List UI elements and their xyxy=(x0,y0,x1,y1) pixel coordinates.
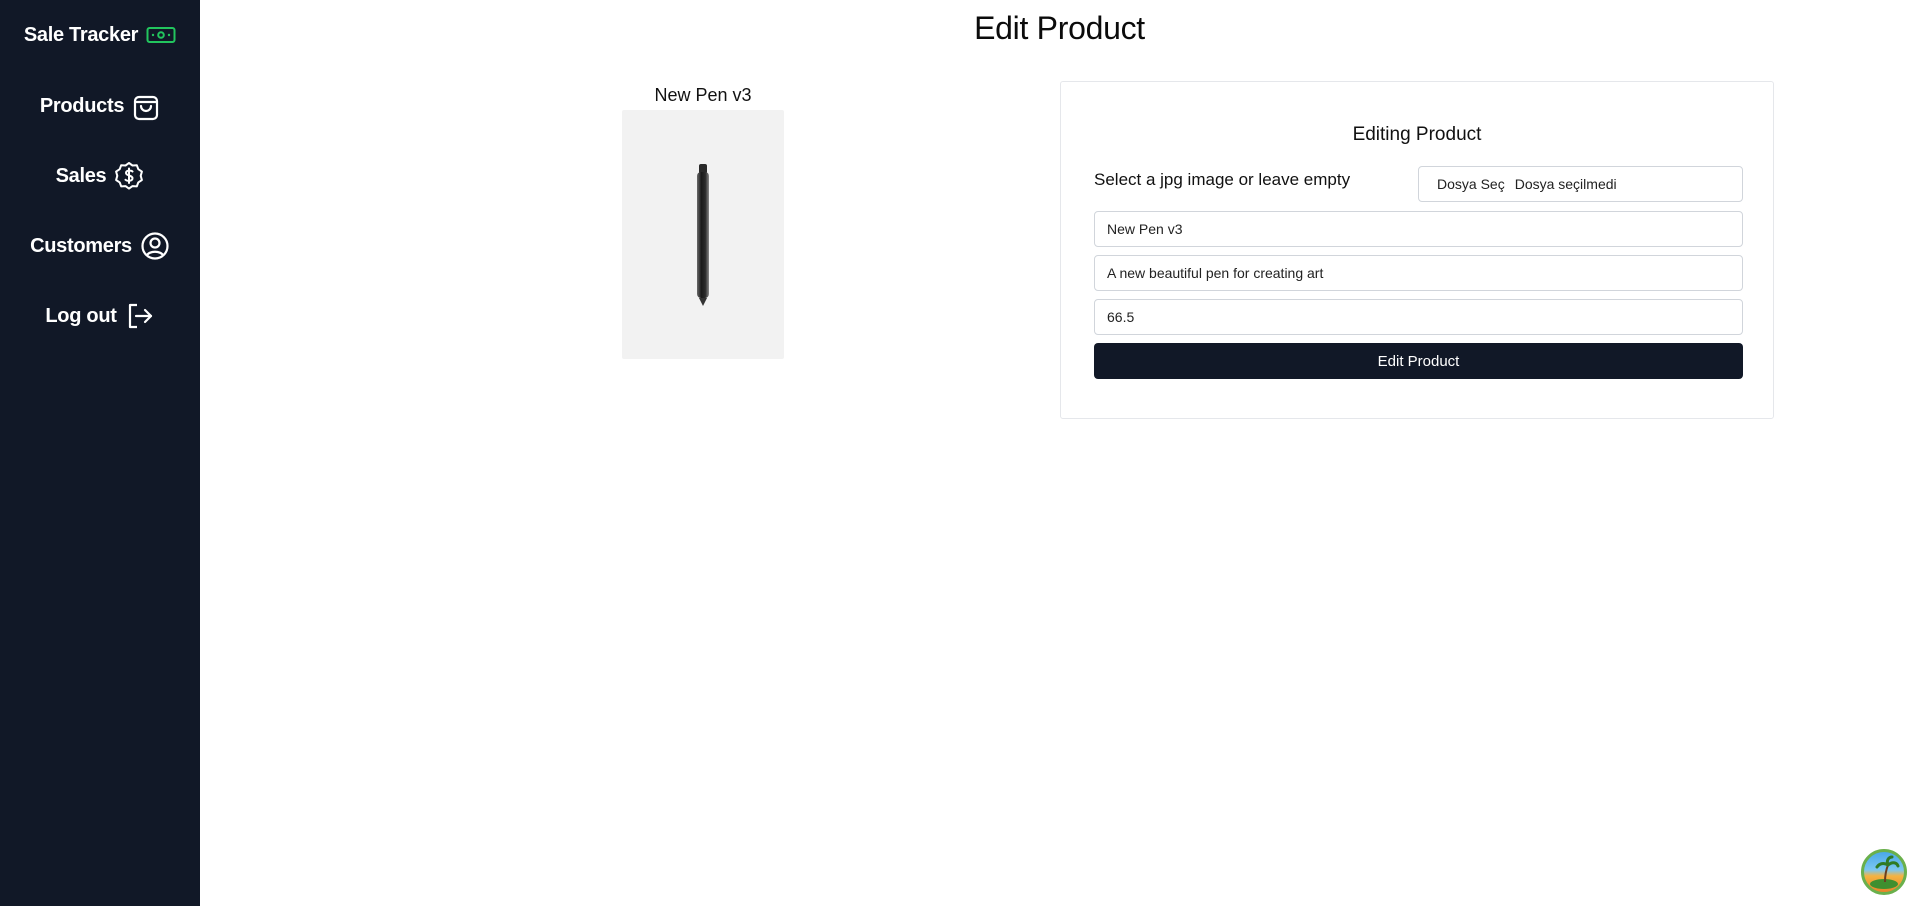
sidebar-item-products[interactable]: Products xyxy=(0,88,200,124)
brand: Sale Tracker xyxy=(0,20,200,50)
sidebar: Sale Tracker Products Sales Customers Lo… xyxy=(0,0,200,906)
sidebar-item-logout[interactable]: Log out xyxy=(0,298,200,334)
shopping-bag-icon xyxy=(132,91,160,121)
edit-product-form: Editing Product Select a jpg image or le… xyxy=(1060,81,1774,419)
banknote-icon xyxy=(146,25,176,45)
file-label: Select a jpg image or leave empty xyxy=(1094,170,1351,189)
product-price-input[interactable] xyxy=(1094,299,1743,335)
sidebar-item-sales[interactable]: Sales xyxy=(0,158,200,194)
product-preview: New Pen v3 xyxy=(622,82,784,359)
logout-icon xyxy=(125,301,155,331)
choose-file-button[interactable]: Dosya Seç xyxy=(1437,176,1505,192)
pen-image xyxy=(622,110,784,359)
form-title: Editing Product xyxy=(1352,124,1482,145)
brand-label: Sale Tracker xyxy=(23,23,139,46)
image-file-input[interactable]: Dosya Seç Dosya seçilmedi xyxy=(1418,166,1743,202)
product-name: New Pen v3 xyxy=(654,85,752,105)
product-name-input[interactable] xyxy=(1094,211,1743,247)
edit-product-button[interactable]: Edit Product xyxy=(1094,343,1743,379)
sidebar-item-customers[interactable]: Customers xyxy=(0,228,200,264)
sidebar-item-label: Log out xyxy=(45,304,117,327)
page-title: Edit Product xyxy=(974,10,1145,46)
sidebar-item-label: Customers xyxy=(30,234,132,257)
palm-island-icon xyxy=(1870,855,1900,889)
file-status: Dosya seçilmedi xyxy=(1514,176,1617,192)
avatar[interactable] xyxy=(1861,849,1907,895)
sidebar-item-label: Products xyxy=(39,94,125,117)
product-description-input[interactable] xyxy=(1094,255,1743,291)
sidebar-item-label: Sales xyxy=(55,164,107,187)
dollar-badge-icon xyxy=(114,161,144,191)
user-circle-icon xyxy=(140,231,170,261)
